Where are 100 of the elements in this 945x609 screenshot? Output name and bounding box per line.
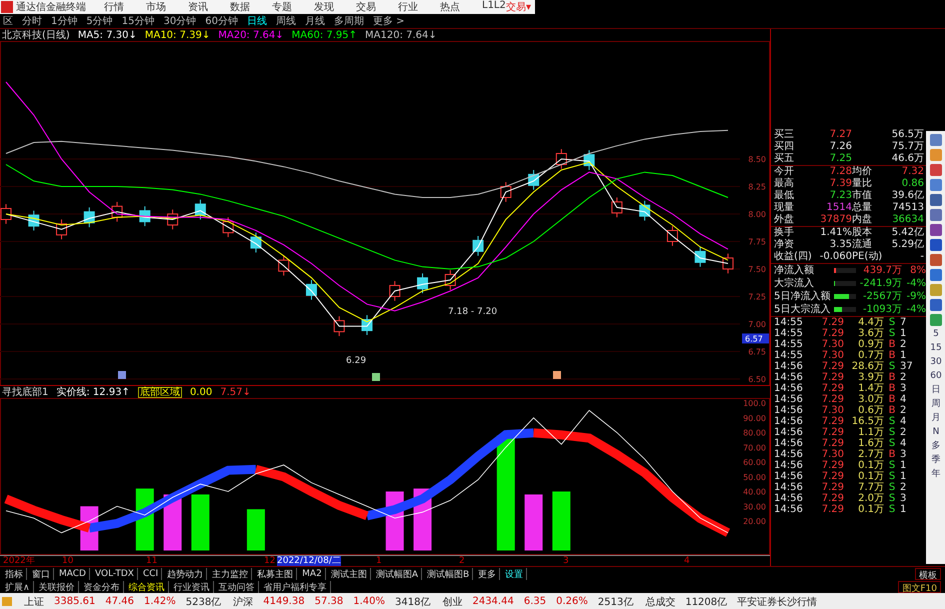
indicator-tab[interactable]: 指标 <box>2 568 27 580</box>
side-period-button[interactable]: 日 <box>932 385 940 396</box>
period-tab[interactable]: 日线 <box>246 14 268 28</box>
toolbar-icon[interactable] <box>930 209 942 221</box>
indicator-axis-label: 60.00 <box>743 458 766 468</box>
trade-menu-button[interactable]: 交易▾ <box>506 0 531 14</box>
toolbar-icon[interactable] <box>930 134 942 146</box>
trade-side: B <box>888 405 896 416</box>
current-price-tag: 6.57 <box>742 333 769 344</box>
side-period-button[interactable]: 60 <box>930 371 942 382</box>
quote-value: 7.23 <box>828 190 852 202</box>
side-period-button[interactable]: 季 <box>932 455 940 466</box>
period-tab[interactable]: 1分钟 <box>50 14 78 28</box>
period-tab[interactable]: 周线 <box>274 14 297 28</box>
trade-time: 14:56 <box>774 471 804 482</box>
index-name: 沪深 <box>233 596 254 608</box>
side-period-button[interactable]: 月 <box>932 413 940 424</box>
menu-item[interactable]: 市场 <box>146 0 166 14</box>
menu-item[interactable]: 行情 <box>104 0 124 14</box>
menu-item[interactable]: L1L2 <box>482 0 506 14</box>
candlestick <box>306 279 317 300</box>
trade-side: S <box>888 438 896 449</box>
side-period-button[interactable]: 多 <box>932 441 940 452</box>
quote-value: 1514 <box>826 202 852 214</box>
toolbar-icon[interactable] <box>930 149 942 161</box>
candlestick <box>444 270 456 290</box>
trade-side: S <box>888 493 896 504</box>
trade-count: 3 <box>900 449 908 460</box>
indicator-tab[interactable]: CCI <box>140 568 162 580</box>
period-tab[interactable]: 月线 <box>304 14 326 28</box>
period-tab[interactable]: 多周期 <box>332 14 365 28</box>
quote-value: 3.35 <box>828 239 852 251</box>
menu-item[interactable]: 专题 <box>272 0 292 14</box>
quote-label: 量比 <box>852 178 873 190</box>
trade-count: 4 <box>900 394 908 405</box>
toolbar-icon[interactable] <box>930 239 942 251</box>
trade-time: 14:56 <box>774 493 804 504</box>
period-tab[interactable]: 60分钟 <box>204 14 239 28</box>
menu-item[interactable]: 发现 <box>314 0 334 14</box>
toolbar-icon[interactable] <box>930 284 942 296</box>
period-tab[interactable]: 分时 <box>21 14 43 28</box>
index-value: 3385.61 <box>54 596 96 607</box>
period-tab[interactable]: 更多 > <box>372 14 406 28</box>
candlestick <box>194 199 206 220</box>
trade-volume: 16.5万 <box>850 416 884 427</box>
period-tab[interactable]: 区 <box>2 14 14 28</box>
indicator-tab[interactable]: 设置 <box>502 568 528 580</box>
layout-button[interactable]: 横板 <box>915 568 941 580</box>
index-amount: 2513亿 <box>598 596 634 608</box>
indicator-tab[interactable]: VOL-TDX <box>92 568 138 580</box>
fund-flow-percent: -4% <box>906 277 926 290</box>
candlestick <box>334 316 345 337</box>
date-axis-label: 4 <box>684 556 690 566</box>
indicator-tab[interactable]: 测试幅图A <box>372 568 422 580</box>
trade-price: 7.29 <box>820 394 844 405</box>
fund-flow-value: -1093万 <box>862 303 902 316</box>
side-period-button[interactable]: 30 <box>930 357 942 368</box>
toolbar-icon[interactable] <box>930 179 942 191</box>
toolbar-icon[interactable] <box>930 254 942 266</box>
price-axis-label: 7.00 <box>748 320 766 329</box>
side-period-button[interactable]: 15 <box>930 343 942 354</box>
trade-volume: 1.6万 <box>857 438 884 449</box>
toolbar-icon[interactable] <box>930 299 942 311</box>
ma-legend-value: MA5: 7.30↓ <box>78 30 137 40</box>
side-period-button[interactable]: 5 <box>933 329 939 340</box>
indicator-tab[interactable]: 私募主图 <box>254 568 298 580</box>
menu-item[interactable]: 资讯 <box>188 0 208 14</box>
indicator-tab[interactable]: MACD <box>56 568 90 580</box>
candlestick <box>56 219 68 240</box>
indicator-tab[interactable]: 窗口 <box>29 568 54 580</box>
trade-price: 7.30 <box>820 449 844 460</box>
f10-button[interactable]: 图文F10 <box>898 580 941 592</box>
candlestick <box>500 182 512 202</box>
indicator-tab[interactable]: 主力监控 <box>209 568 252 580</box>
indicator-tab[interactable]: 测试主图 <box>328 568 371 580</box>
period-tab[interactable]: 15分钟 <box>120 14 156 28</box>
side-period-button[interactable]: 周 <box>932 399 940 410</box>
toolbar-icon[interactable] <box>930 164 942 176</box>
toolbar-icon[interactable] <box>930 269 942 281</box>
menu-item[interactable]: 行业 <box>398 0 418 14</box>
trade-count: 1 <box>900 504 908 515</box>
period-tab[interactable]: 30分钟 <box>162 14 198 28</box>
period-tab[interactable]: 5分钟 <box>85 14 114 28</box>
trade-price: 7.29 <box>820 438 844 449</box>
menu-item[interactable]: 数据 <box>230 0 250 14</box>
menu-item[interactable]: 交易 <box>356 0 376 14</box>
toolbar-icon[interactable] <box>930 314 942 326</box>
toolbar-icon[interactable] <box>930 224 942 236</box>
indicator-tab[interactable]: MA2 <box>299 568 326 580</box>
trade-time: 14:56 <box>774 372 804 383</box>
candlestick <box>666 226 678 246</box>
quote-label: 总量 <box>852 202 873 214</box>
toolbar-icon[interactable] <box>930 194 942 206</box>
indicator-tab[interactable]: 趋势动力 <box>164 568 208 580</box>
menu-item[interactable]: 热点 <box>440 0 460 14</box>
side-period-button[interactable]: 年 <box>932 469 940 480</box>
indicator-tab[interactable]: 测试幅图B <box>424 568 474 580</box>
side-period-button[interactable]: N <box>932 427 940 438</box>
indicator-tab[interactable]: 更多 <box>475 568 500 580</box>
quote-label: 净资 <box>774 239 795 251</box>
